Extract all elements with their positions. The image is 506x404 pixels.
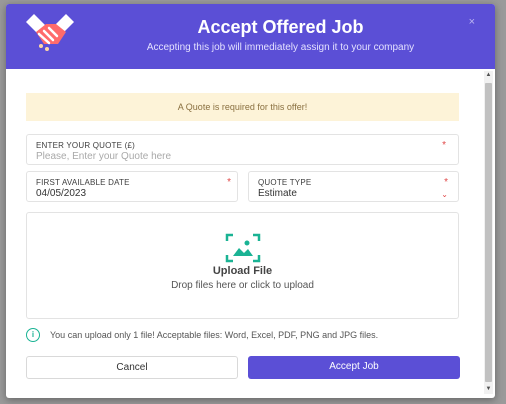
date-value[interactable]: 04/05/2023 xyxy=(36,188,86,199)
quote-input-placeholder[interactable]: Please, Enter your Quote here xyxy=(36,151,171,162)
info-icon: i xyxy=(26,328,40,342)
scroll-thumb[interactable] xyxy=(485,83,492,382)
first-available-date-field[interactable]: FIRST AVAILABLE DATE 04/05/2023 * xyxy=(26,171,238,202)
chevron-down-icon[interactable]: ⌄ xyxy=(441,190,448,199)
accept-job-modal: Accept Offered Job Accepting this job wi… xyxy=(6,4,495,398)
upload-subtitle: Drop files here or click to upload xyxy=(171,280,314,291)
quote-field[interactable]: ENTER YOUR QUOTE (£) Please, Enter your … xyxy=(26,134,459,165)
required-mark: * xyxy=(444,177,448,188)
modal-title: Accept Offered Job xyxy=(197,17,364,37)
quote-type-select[interactable]: QUOTE TYPE Estimate * ⌄ xyxy=(248,171,459,202)
accept-job-button[interactable]: Accept Job xyxy=(248,356,460,379)
close-icon[interactable]: × xyxy=(469,16,475,28)
required-mark: * xyxy=(442,140,446,151)
modal-subtitle: Accepting this job will immediately assi… xyxy=(146,42,415,53)
scroll-up-arrow-icon[interactable]: ▲ xyxy=(484,71,493,80)
upload-info-text: You can upload only 1 file! Acceptable f… xyxy=(50,330,379,340)
image-upload-icon xyxy=(225,233,261,263)
quote-type-value[interactable]: Estimate xyxy=(258,188,297,199)
upload-info: i You can upload only 1 file! Acceptable… xyxy=(26,328,466,342)
quote-type-label: QUOTE TYPE xyxy=(258,178,312,187)
handshake-icon xyxy=(26,14,74,51)
date-field-label: FIRST AVAILABLE DATE xyxy=(36,178,130,187)
file-upload-dropzone[interactable]: Upload File Drop files here or click to … xyxy=(26,212,459,319)
required-mark: * xyxy=(227,177,231,188)
quote-required-alert: A Quote is required for this offer! xyxy=(26,93,459,121)
scroll-down-arrow-icon[interactable]: ▼ xyxy=(484,385,493,394)
cancel-button[interactable]: Cancel xyxy=(26,356,238,379)
quote-field-label: ENTER YOUR QUOTE (£) xyxy=(36,141,135,150)
modal-header: Accept Offered Job Accepting this job wi… xyxy=(6,4,495,69)
modal-scrollbar[interactable]: ▲ ▼ xyxy=(484,71,493,394)
upload-title: Upload File xyxy=(212,265,273,277)
